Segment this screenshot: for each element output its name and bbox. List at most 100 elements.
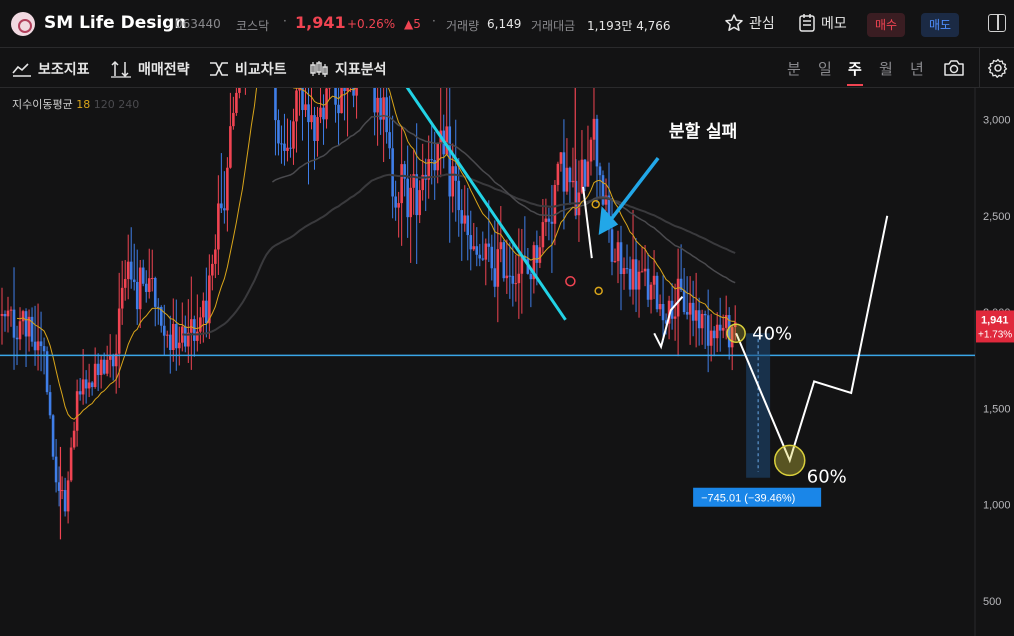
change-percent: +0.26% — [347, 17, 396, 31]
separator-dot: · — [432, 14, 436, 28]
split-failure-label: 분할 실패 — [669, 122, 737, 142]
candle-body — [721, 327, 725, 331]
candle-body — [30, 316, 34, 342]
indicator-icon — [12, 63, 31, 77]
indicators-button[interactable]: 보조지표 — [12, 59, 90, 79]
candle-body — [529, 273, 533, 280]
candle-body — [397, 203, 400, 208]
candle-body — [21, 311, 25, 322]
candle-body — [598, 166, 602, 176]
compare-chart-button[interactable]: 비교차트 — [209, 59, 287, 79]
candle-body — [105, 359, 109, 374]
candle-body — [81, 379, 85, 395]
candle-body — [697, 310, 701, 329]
candle-body — [223, 208, 226, 211]
price-chart[interactable]: 5001,0001,5002,0002,5003,0003,5004,0004,… — [0, 88, 1014, 636]
camera-icon[interactable] — [942, 58, 966, 78]
candle-body — [385, 97, 388, 133]
candle-body — [193, 319, 196, 341]
candle-body — [141, 267, 145, 284]
candles-icon — [310, 61, 328, 77]
candle-body — [66, 480, 70, 512]
stock-code: 063440 — [175, 17, 221, 31]
candle-body — [514, 283, 518, 285]
candle-body — [214, 249, 217, 264]
y-tick-label: 1,500 — [983, 403, 1011, 415]
candle-body — [90, 382, 94, 388]
candle-body — [559, 152, 563, 164]
candle-body — [313, 115, 316, 141]
candle-body — [712, 330, 716, 339]
settings-gear-icon[interactable] — [988, 58, 1008, 78]
candle-body — [406, 178, 409, 218]
toolbar-divider — [979, 48, 980, 88]
trading-strategy-button[interactable]: 매매전략 — [110, 59, 190, 79]
stock-header: SM Life Design 063440 코스닥 · 1,941 +0.26%… — [0, 0, 1014, 48]
candle-body — [48, 392, 52, 416]
timeframe-month[interactable]: 월 — [879, 58, 893, 79]
sell-button[interactable]: 매도 — [921, 13, 960, 37]
candle-body — [673, 316, 677, 319]
candle-body — [499, 242, 503, 250]
candle-body — [33, 341, 37, 351]
candle-body — [454, 166, 458, 181]
candle-body — [496, 249, 500, 287]
buy-button[interactable]: 매수 — [867, 13, 906, 37]
candle-body — [340, 88, 343, 114]
candle-body — [190, 319, 193, 333]
memo-button[interactable]: 메모 — [798, 13, 847, 33]
side-panel-toggle-icon[interactable] — [988, 14, 1006, 32]
candle-body — [601, 175, 605, 205]
candle-body — [3, 313, 7, 317]
stock-name[interactable]: SM Life Design — [44, 13, 186, 33]
candle-body — [466, 215, 470, 236]
measure-label-text: −745.01 (−39.46%) — [701, 493, 795, 505]
company-logo-icon — [11, 12, 35, 36]
candle-body — [568, 167, 572, 183]
timeframe-week[interactable]: 주 — [847, 58, 863, 86]
candle-body — [63, 490, 67, 512]
timeframe-year[interactable]: 년 — [910, 58, 924, 79]
pointer-arrow-shaft — [607, 156, 660, 223]
candle-body — [199, 317, 202, 332]
candle-body — [487, 243, 491, 247]
separator-dot: · — [283, 14, 287, 28]
candle-body — [45, 351, 49, 393]
candle-body — [553, 184, 557, 224]
candle-body — [144, 283, 148, 292]
candle-body — [457, 180, 461, 211]
candle-body — [211, 263, 214, 276]
target1-percent: 40% — [752, 323, 792, 344]
candle-body — [592, 118, 596, 140]
candle-body — [436, 142, 440, 171]
candle-body — [316, 117, 319, 141]
timeframe-minute[interactable]: 분 — [787, 58, 801, 79]
candle-body — [634, 259, 638, 290]
strategy-icon — [111, 60, 131, 78]
candle-body — [703, 313, 707, 316]
indicator-analysis-label: 지표분석 — [335, 62, 387, 78]
candle-body — [171, 323, 175, 351]
timeframe-day[interactable]: 일 — [818, 58, 832, 79]
candle-body — [99, 359, 103, 376]
signal-marker — [594, 286, 603, 296]
candle-body — [394, 196, 397, 208]
candle-body — [655, 275, 659, 310]
candle-body — [463, 215, 467, 224]
candle-body — [715, 324, 719, 339]
candle-body — [475, 246, 479, 255]
candle-body — [628, 268, 632, 290]
candle-body — [550, 221, 554, 224]
candle-body — [292, 121, 295, 149]
candle-body — [430, 159, 434, 161]
indicator-analysis-button[interactable]: 지표분석 — [309, 59, 387, 79]
candle-body — [36, 341, 40, 351]
candle-body — [12, 309, 16, 338]
candle-body — [153, 277, 157, 307]
candle-body — [162, 325, 166, 336]
candle-body — [343, 88, 346, 92]
candle-body — [322, 107, 325, 120]
candle-body — [87, 382, 91, 389]
watchlist-button[interactable]: 관심 — [724, 13, 775, 33]
candle-body — [547, 218, 551, 222]
